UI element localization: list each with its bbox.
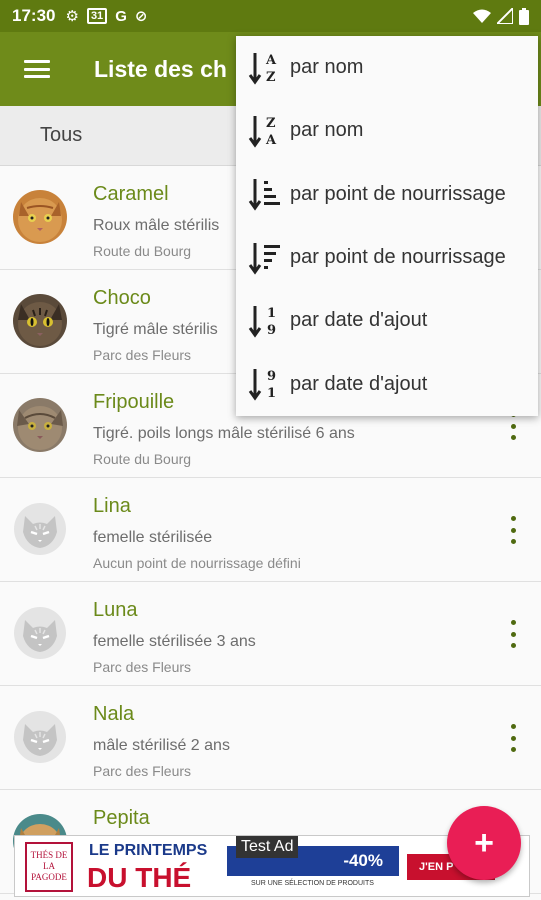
svg-text:A: A <box>265 133 277 148</box>
sort-num-desc-icon: 9 1 <box>248 369 276 401</box>
avatar <box>13 710 67 764</box>
cat-name: Nala <box>93 703 135 725</box>
svg-text:1: 1 <box>267 386 276 401</box>
cat-name: Luna <box>93 599 138 621</box>
add-cat-button[interactable]: + <box>447 806 521 880</box>
svg-text:Z: Z <box>266 116 276 131</box>
cat-feeding-point: Parc des Fleurs <box>93 763 192 779</box>
sort-label: par point de nourrissage <box>290 246 506 269</box>
cat-photo-icon <box>13 398 67 452</box>
svg-text:A: A <box>265 53 277 68</box>
avatar <box>13 502 67 556</box>
svg-text:Z: Z <box>266 70 276 85</box>
avatar <box>13 190 67 244</box>
cat-photo-icon <box>13 294 67 348</box>
ad-logo: THÉS DE LA PAGODE <box>25 842 73 892</box>
avatar <box>13 398 67 452</box>
cat-photo-icon <box>13 190 67 244</box>
svg-text:1: 1 <box>267 306 276 321</box>
sort-by-feeding-point-asc[interactable]: par point de nourrissage <box>236 163 538 226</box>
sort-menu: A Z par nom Z A par nom par point de nou… <box>236 36 538 416</box>
filter-label: Tous <box>40 124 83 146</box>
avatar <box>13 606 67 660</box>
cat-description: mâle stérilisé 2 ans <box>93 737 230 754</box>
calendar-icon: 31 <box>86 8 108 24</box>
cat-description: Roux mâle stérilis <box>93 217 220 234</box>
cat-name: Choco <box>93 287 151 309</box>
sort-by-date-desc[interactable]: 9 1 par date d'ajout <box>236 352 538 415</box>
sort-by-name-desc[interactable]: Z A par nom <box>236 99 538 162</box>
cat-placeholder-icon <box>14 711 66 763</box>
sort-list-asc-icon <box>248 179 280 211</box>
sort-by-name-asc[interactable]: A Z par nom <box>236 36 538 99</box>
cat-name: Caramel <box>93 183 169 205</box>
svg-text:9: 9 <box>267 323 276 338</box>
sort-label: par date d'ajout <box>290 309 428 332</box>
ad-subtitle: SUR UNE SÉLECTION DE PRODUITS <box>251 880 374 887</box>
sort-by-feeding-point-desc[interactable]: par point de nourrissage <box>236 226 538 289</box>
cat-description: femelle stérilisée <box>93 529 213 546</box>
hamburger-icon <box>24 60 50 78</box>
avatar <box>13 294 67 348</box>
page-title: Liste des ch <box>94 55 227 82</box>
cat-name: Lina <box>93 495 131 517</box>
wifi-icon <box>473 9 491 23</box>
cat-feeding-point: Parc des Fleurs <box>93 659 192 675</box>
cat-placeholder-icon <box>14 607 66 659</box>
sort-by-date-asc[interactable]: 1 9 par date d'ajout <box>236 289 538 352</box>
battery-icon <box>519 7 529 25</box>
gear-icon: ⚙ <box>65 8 79 25</box>
screen: 17:30 ⚙ 31 G ⊘ Liste des ch Tous Caramel… <box>0 0 541 900</box>
sort-label: par date d'ajout <box>290 372 428 395</box>
google-icon: G <box>115 7 127 25</box>
accessibility-icon: ⊘ <box>134 8 148 25</box>
list-item[interactable]: Nala mâle stérilisé 2 ans Parc des Fleur… <box>0 686 541 790</box>
list-item[interactable]: Lina femelle stérilisée Aucun point de n… <box>0 478 541 582</box>
signal-icon <box>497 8 513 24</box>
cat-name: Fripouille <box>93 391 175 413</box>
cat-description: Tigré mâle stérilis <box>93 321 218 338</box>
ad-title-line2: DU THÉ <box>87 862 192 893</box>
cat-description: femelle stérilisée 3 ans <box>93 633 256 650</box>
sort-alpha-desc-icon: Z A <box>248 115 277 148</box>
sort-label: par nom <box>290 119 364 142</box>
cat-name: Pepita <box>93 807 150 829</box>
sort-num-asc-icon: 1 9 <box>248 305 276 338</box>
sort-list-desc-icon <box>248 242 280 275</box>
sort-label: par nom <box>290 56 364 79</box>
status-right <box>473 7 529 25</box>
cat-placeholder-icon <box>14 503 66 555</box>
more-options-button[interactable] <box>507 724 519 752</box>
menu-button[interactable] <box>0 32 74 106</box>
status-bar: 17:30 ⚙ 31 G ⊘ <box>0 0 541 32</box>
plus-icon: + <box>474 823 494 862</box>
cat-description: Tigré. poils longs mâle stérilisé 6 ans <box>93 425 355 442</box>
cat-feeding-point: Parc des Fleurs <box>93 347 192 363</box>
cat-feeding-point: Route du Bourg <box>93 243 192 259</box>
svg-text:9: 9 <box>267 369 276 384</box>
sort-alpha-asc-icon: A Z <box>248 52 277 85</box>
more-options-button[interactable] <box>507 412 519 440</box>
more-options-button[interactable] <box>507 620 519 648</box>
ad-title-line1: LE PRINTEMPS <box>89 842 208 859</box>
cat-feeding-point: Route du Bourg <box>93 451 192 467</box>
sort-label: par point de nourrissage <box>290 182 506 205</box>
cat-feeding-point: Aucun point de nourrissage défini <box>93 555 301 571</box>
test-ad-label: Test Ad <box>236 836 299 858</box>
status-time: 17:30 <box>12 6 56 25</box>
list-item[interactable]: Luna femelle stérilisée 3 ans Parc des F… <box>0 582 541 686</box>
more-options-button[interactable] <box>507 516 519 544</box>
